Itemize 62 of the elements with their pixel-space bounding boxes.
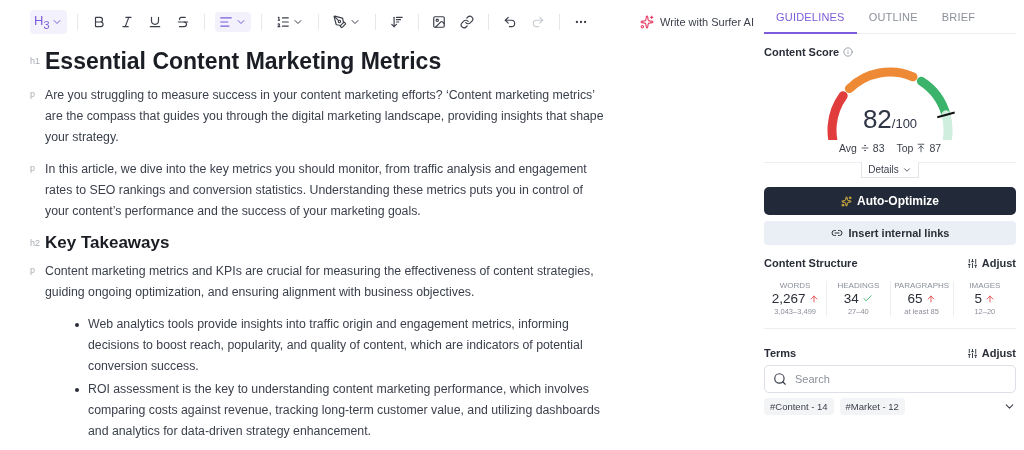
metric-label: PARAGRAPHS <box>894 281 950 290</box>
bullet-icon <box>75 323 79 327</box>
metric-label: HEADINGS <box>837 281 880 290</box>
pen-icon <box>332 15 347 29</box>
block-tag: h1 <box>30 56 45 66</box>
score-value: 82/100 <box>861 104 919 135</box>
metric-label: IMAGES <box>969 281 1001 290</box>
sparkle-icon <box>640 15 655 29</box>
numbered-list-icon <box>275 15 290 29</box>
search-field[interactable]: Search <box>764 365 1016 393</box>
bullet-item: Web analytics tools provide insights into traffic origin and engagement metrics, informing decisions to boost reach, popularity, and quality of content, which are indicators of potential conversion success. <box>88 316 584 375</box>
sort-icon <box>389 15 404 29</box>
document-title: Essential Content Marketing Metrics <box>45 48 442 75</box>
insert-links-button[interactable]: Insert internal links <box>764 221 1016 245</box>
link-icon <box>460 15 475 29</box>
block-tag: p <box>30 89 45 99</box>
top-score: 87 <box>929 142 942 154</box>
metric-label: WORDS <box>779 281 811 290</box>
ai-write-button[interactable]: Write with Surfer AI <box>634 14 760 30</box>
section-title: Content Structure <box>764 257 858 269</box>
undo-icon <box>503 15 518 29</box>
sliders-icon <box>966 347 978 359</box>
section-title: Terms <box>764 347 797 359</box>
adjust-button[interactable]: Adjust <box>966 257 1016 269</box>
bold-icon <box>92 15 107 29</box>
auto-optimize-button[interactable]: Auto-Optimize <box>764 187 1016 215</box>
search-icon <box>773 372 787 386</box>
sparkle-icon <box>841 195 852 207</box>
image-icon <box>432 15 447 29</box>
average-label: Avg <box>838 142 857 154</box>
block-tag: p <box>30 163 45 173</box>
paragraph: Are you struggling to measure success in your content marketing efforts? ‘Content marketing metrics’ are the compass that guides you through the digital marketing landscape, providing insights that shape your strategy. <box>45 87 605 146</box>
metric-value: 65 <box>907 291 923 306</box>
divide-icon <box>859 143 870 153</box>
section-heading: Key Takeaways <box>45 233 170 253</box>
link-icon <box>830 227 843 239</box>
block-tag: p <box>30 265 45 275</box>
adjust-button[interactable]: Adjust <box>966 347 1016 359</box>
metric-value: 2,267 <box>771 291 806 306</box>
heading-dropdown[interactable]: H$_{3}$ <box>30 10 68 34</box>
metric-value: 5 <box>974 291 983 306</box>
term-tag[interactable]: #Market - 12 <box>839 398 905 415</box>
sliders-icon <box>966 257 978 269</box>
italic-icon <box>120 15 135 29</box>
redo-icon <box>531 15 546 29</box>
align-icon <box>219 15 234 29</box>
term-tag[interactable]: #Content - 14 <box>764 398 834 415</box>
align-dropdown[interactable] <box>215 12 252 32</box>
underline-icon <box>148 15 163 29</box>
details-button[interactable]: Details <box>861 162 919 178</box>
average-score: 83 <box>872 142 885 154</box>
bullet-icon <box>75 388 79 392</box>
bullet-item: ROI assessment is the key to understanding content marketing performance, which involves comparing costs against revenue, tracking long-term customer value, and utilizing dashboards and analytics for data-driven strategy enhancement. <box>88 381 601 440</box>
sidebar-tab[interactable]: GUIDELINES <box>764 4 857 34</box>
strikethrough-icon <box>176 15 191 29</box>
metric-value: 34 <box>843 291 859 306</box>
arrow-up-icon <box>916 143 927 153</box>
section-title: Content Score <box>764 46 840 58</box>
paragraph: Content marketing metrics and KPIs are crucial for measuring the effectiveness of content strategies, guiding ongoing optimization, and ensuring alignment with business objectives. <box>45 263 595 301</box>
top-label: Top <box>896 142 914 154</box>
paragraph: In this article, we dive into the key metrics you should monitor, from traffic analysis and engagement rates to SEO rankings and conversion statistics. Understanding these metrics puts you in control of your content’s performance and the success of your marketing goals. <box>45 161 588 220</box>
block-tag: h2 <box>30 238 45 248</box>
